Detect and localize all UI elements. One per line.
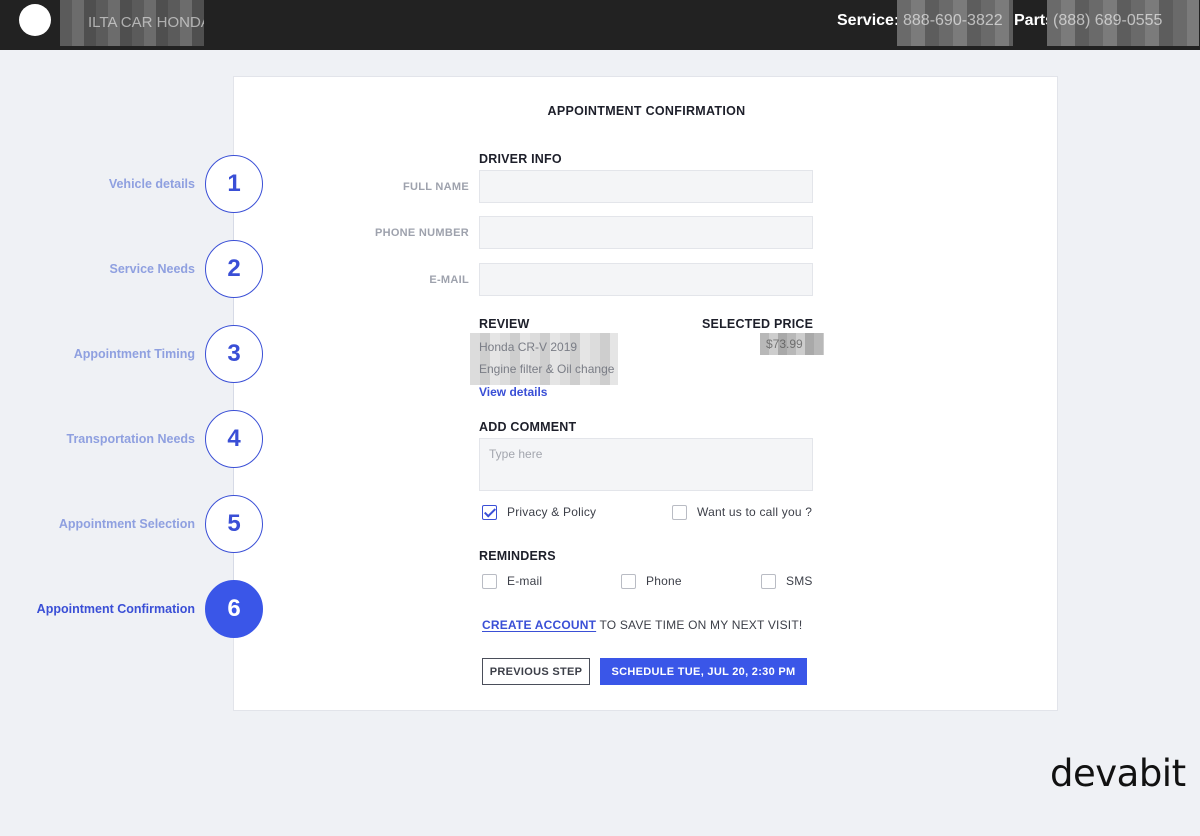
step-connector bbox=[233, 382, 234, 410]
step-vehicle-details[interactable]: Vehicle details 1 bbox=[0, 155, 264, 213]
step-label: Service Needs bbox=[109, 262, 195, 276]
phone-number-input[interactable] bbox=[479, 216, 813, 249]
parts-phone[interactable]: (888) 689-0555 bbox=[1047, 0, 1199, 46]
call-me-checkbox[interactable]: Want us to call you ? bbox=[672, 504, 812, 520]
checkbox-checked-icon bbox=[482, 504, 497, 520]
step-label: Appointment Confirmation bbox=[36, 602, 195, 616]
reminders-heading: REMINDERS bbox=[479, 549, 556, 563]
create-account-prompt: CREATE ACCOUNT TO SAVE TIME ON MY NEXT V… bbox=[482, 618, 802, 632]
email-label: E-MAIL bbox=[429, 274, 469, 286]
reminder-phone-checkbox[interactable]: Phone bbox=[621, 573, 682, 589]
step-label: Appointment Selection bbox=[58, 517, 195, 531]
dealer-logo[interactable] bbox=[19, 4, 51, 36]
privacy-policy-checkbox[interactable]: Privacy & Policy bbox=[482, 504, 596, 520]
step-number: 1 bbox=[205, 155, 263, 213]
step-number: 6 bbox=[205, 580, 263, 638]
dealer-name: ILTA CAR HONDA bbox=[60, 0, 204, 46]
step-connector bbox=[233, 467, 234, 495]
checkbox-icon bbox=[672, 504, 687, 520]
step-label: Transportation Needs bbox=[66, 432, 196, 446]
review-vehicle: Honda CR-V 2019 bbox=[479, 340, 578, 354]
view-details-link[interactable]: View details bbox=[479, 385, 547, 399]
full-name-input[interactable] bbox=[479, 170, 813, 203]
driver-info-heading: DRIVER INFO bbox=[479, 152, 562, 166]
call-me-label: Want us to call you ? bbox=[697, 505, 813, 519]
create-account-link[interactable]: CREATE ACCOUNT bbox=[482, 618, 596, 632]
reminder-sms-label: SMS bbox=[786, 574, 813, 588]
reminder-sms-checkbox[interactable]: SMS bbox=[761, 573, 813, 589]
full-name-label: FULL NAME bbox=[402, 181, 469, 193]
step-appointment-timing[interactable]: Appointment Timing 3 bbox=[0, 325, 264, 383]
privacy-policy-label: Privacy & Policy bbox=[507, 505, 597, 519]
checkbox-icon bbox=[621, 573, 636, 589]
previous-step-button[interactable]: PREVIOUS STEP bbox=[482, 658, 590, 685]
create-account-text: TO SAVE TIME ON MY NEXT VISIT! bbox=[596, 618, 803, 632]
top-bar: ILTA CAR HONDA Service: 888-690-3822 Par… bbox=[0, 0, 1200, 50]
selected-price-value: $73.99 bbox=[760, 333, 824, 355]
checkbox-icon bbox=[761, 573, 776, 589]
reminder-email-label: E-mail bbox=[507, 574, 543, 588]
review-heading: REVIEW bbox=[479, 317, 530, 331]
step-number: 5 bbox=[205, 495, 263, 553]
step-service-needs[interactable]: Service Needs 2 bbox=[0, 240, 264, 298]
comment-textarea[interactable] bbox=[479, 438, 813, 491]
selected-price-heading: SELECTED PRICE bbox=[702, 317, 814, 331]
step-appointment-confirmation[interactable]: Appointment Confirmation 6 bbox=[0, 580, 264, 638]
email-input[interactable] bbox=[479, 263, 813, 296]
step-label: Vehicle details bbox=[108, 177, 195, 191]
reminder-email-checkbox[interactable]: E-mail bbox=[482, 573, 542, 589]
service-label: Service: bbox=[837, 12, 900, 29]
step-label: Appointment Timing bbox=[73, 347, 195, 361]
reminder-phone-label: Phone bbox=[646, 574, 682, 588]
devabit-watermark: devabit bbox=[1050, 752, 1186, 795]
checkbox-icon bbox=[482, 573, 497, 589]
phone-number-label: PHONE NUMBER bbox=[374, 227, 469, 239]
step-transportation-needs[interactable]: Transportation Needs 4 bbox=[0, 410, 264, 468]
add-comment-heading: ADD COMMENT bbox=[479, 420, 577, 434]
step-number: 2 bbox=[205, 240, 263, 298]
review-service: Engine filter & Oil change bbox=[479, 362, 615, 376]
schedule-button[interactable]: SCHEDULE TUE, JUL 20, 2:30 PM bbox=[600, 658, 807, 685]
step-connector bbox=[233, 297, 234, 325]
step-appointment-selection[interactable]: Appointment Selection 5 bbox=[0, 495, 264, 553]
page-title: APPOINTMENT CONFIRMATION bbox=[547, 104, 746, 118]
step-number: 4 bbox=[205, 410, 263, 468]
step-connector bbox=[233, 552, 234, 580]
step-number: 3 bbox=[205, 325, 263, 383]
service-phone[interactable]: 888-690-3822 bbox=[897, 0, 1013, 46]
step-connector bbox=[233, 212, 234, 240]
